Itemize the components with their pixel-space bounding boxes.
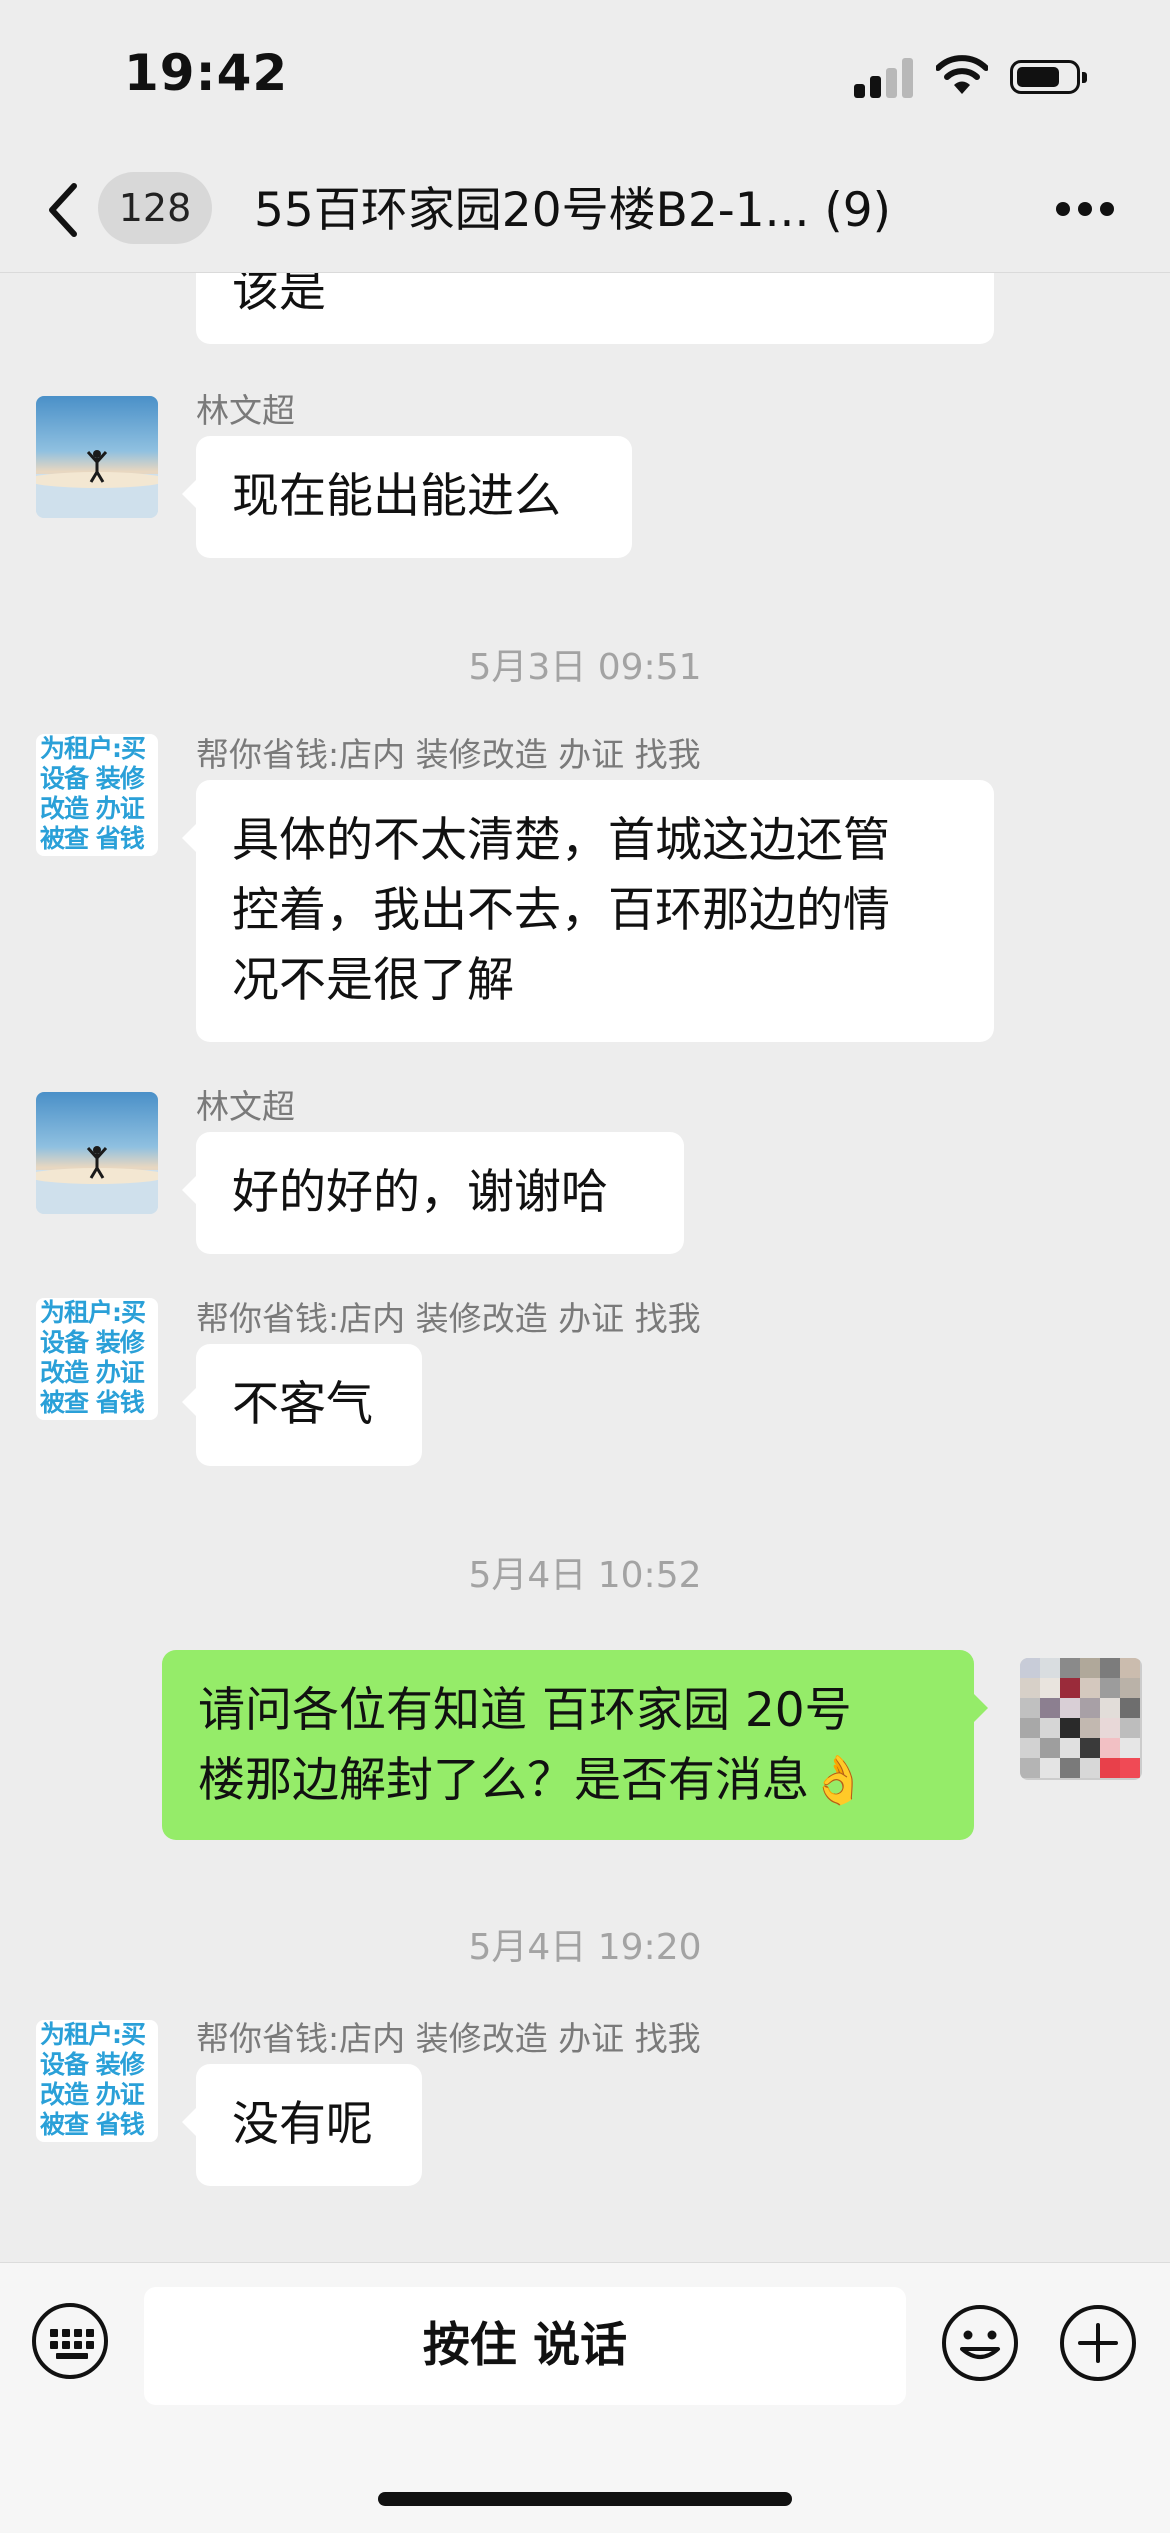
message-text: 请问各位有知道 百环家园 20号 [198,1683,852,1738]
sender-name: 帮你省钱:店内 装修改造 办证 找我 [196,735,701,774]
more-options-icon[interactable] [1056,202,1114,218]
emoji-icon[interactable] [940,2303,1020,2383]
message-text: 没有呢 [232,2097,373,2152]
status-time: 19:42 [124,44,289,102]
person-jumping-icon [36,1146,158,1214]
message-text: 楼那边解封了么？是否有消息👌 [198,1753,868,1808]
unread-count-badge[interactable]: 128 [98,172,212,244]
message-list[interactable]: 该是 林文超 现在能出能进么 5月3日 09:51 为租户:买 设备 装修 改造… [0,272,1170,2260]
chat-header: 128 55百环家园20号楼B2-1... (9) [0,150,1170,273]
message-text: 现在能出能进么 [232,469,561,524]
message-text: 不客气 [232,1377,373,1432]
message-bubble[interactable]: 不客气 [182,1344,422,1466]
hold-to-talk-button[interactable]: 按住 说话 [144,2287,906,2405]
message-text: 具体的不太清楚，首城这边还管 [232,813,890,868]
avatar[interactable]: 为租户:买 设备 装修 改造 办证 被查 省钱 [36,2020,158,2142]
sender-name: 林文超 [196,1087,295,1126]
avatar[interactable]: 为租户:买 设备 装修 改造 办证 被查 省钱 [36,734,158,856]
timestamp: 5月4日 19:20 [468,1927,702,1968]
message-bubble[interactable]: 该是 [196,272,994,344]
back-arrow-icon[interactable] [44,180,84,240]
sender-name: 林文超 [196,391,295,430]
message-text: 该是 [232,272,326,318]
my-message-bubble[interactable]: 请问各位有知道 百环家园 20号 楼那边解封了么？是否有消息👌 [162,1650,988,1840]
person-jumping-icon [36,450,158,518]
message-text: 况不是很了解 [232,953,514,1008]
timestamp: 5月3日 09:51 [468,647,702,688]
avatar[interactable]: 为租户:买 设备 装修 改造 办证 被查 省钱 [36,1298,158,1420]
message-bubble[interactable]: 现在能出能进么 [182,436,632,558]
timestamp: 5月4日 10:52 [468,1555,702,1596]
message-bubble[interactable]: 具体的不太清楚，首城这边还管 控着，我出不去，百环那边的情 况不是很了解 [182,780,994,1042]
home-indicator [378,2492,792,2506]
wifi-icon [936,55,988,94]
sender-name: 帮你省钱:店内 装修改造 办证 找我 [196,1299,701,1338]
plus-icon[interactable] [1058,2303,1138,2383]
sender-name: 帮你省钱:店内 装修改造 办证 找我 [196,2019,701,2058]
message-bubble[interactable]: 好的好的，谢谢哈 [182,1132,684,1254]
status-bar: 19:42 [0,0,1170,150]
message-text: 好的好的，谢谢哈 [232,1165,608,1220]
battery-icon [1010,60,1087,94]
message-text: 控着，我出不去，百环那边的情 [232,883,890,938]
avatar[interactable] [36,396,158,518]
chat-title: 55百环家园20号楼B2-1... (9) [254,183,891,238]
message-bubble[interactable]: 没有呢 [182,2064,422,2186]
keyboard-icon[interactable] [32,2303,108,2379]
cellular-signal-icon [854,58,916,98]
my-avatar[interactable] [1020,1658,1142,1780]
avatar[interactable] [36,1092,158,1214]
